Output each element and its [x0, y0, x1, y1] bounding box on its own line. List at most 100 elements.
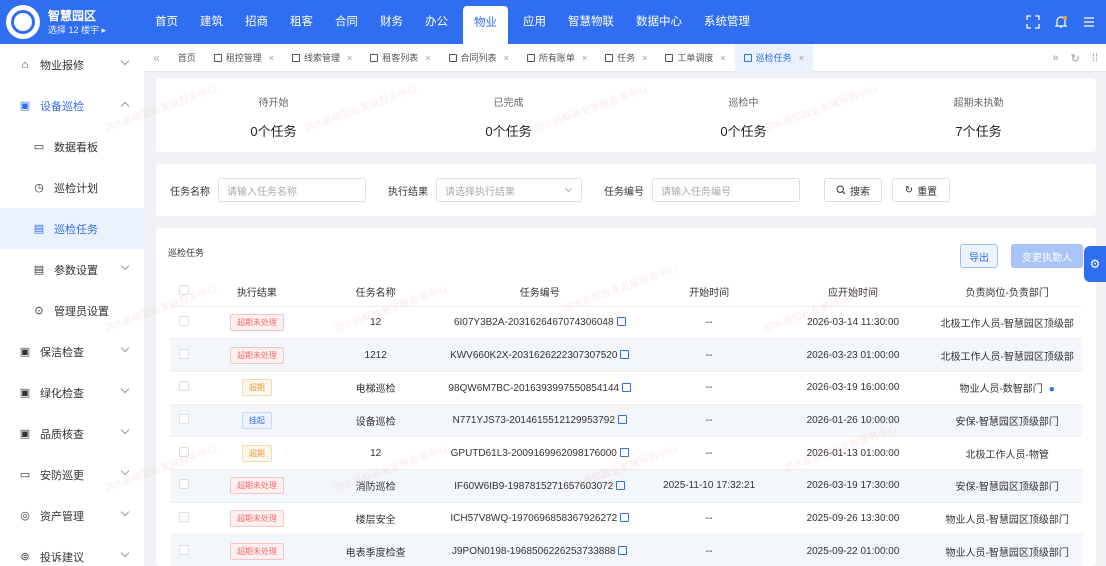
- table-row[interactable]: 超期未处理 消防巡检 IF60W6IB9-1987815271657603072 20…: [170, 469, 1082, 503]
- tab[interactable]: 合同列表 ×: [440, 44, 518, 72]
- copy-icon[interactable]: [616, 480, 626, 490]
- tab[interactable]: 任务 ×: [596, 44, 656, 72]
- app-logo[interactable]: 智慧园区 选择 12 楼宇 ▸: [0, 5, 144, 39]
- status-badge: 超期未处理: [229, 542, 284, 560]
- row-checkbox[interactable]: [178, 315, 189, 326]
- nav-item[interactable]: 物业: [463, 6, 508, 44]
- row-checkbox[interactable]: [178, 446, 189, 457]
- settings-float-button[interactable]: ⚙: [1084, 246, 1106, 282]
- table-row[interactable]: 挂起 设备巡检 N771YJS73-2014615512129953792 -- 202…: [170, 404, 1082, 438]
- copy-icon[interactable]: [618, 546, 628, 556]
- nav-item[interactable]: 系统管理: [693, 0, 761, 44]
- nav-item[interactable]: 建筑: [189, 0, 234, 44]
- task-code-label: 任务编号: [604, 186, 644, 198]
- tab[interactable]: 首页: [169, 44, 205, 72]
- sidebar-item[interactable]: ⊜ 投诉建议: [0, 536, 144, 566]
- export-button[interactable]: 导出: [960, 244, 998, 268]
- sidebar-item[interactable]: ◎ 资产管理: [0, 495, 144, 536]
- sidebar-item[interactable]: ◷ 巡检计划: [0, 167, 144, 208]
- sidebar-item-label: 投诉建议: [40, 551, 84, 564]
- sidebar-item[interactable]: ▣ 品质核查: [0, 413, 144, 454]
- building-selector[interactable]: 选择 12 楼宇 ▸: [48, 24, 106, 36]
- result-label: 执行结果: [388, 186, 428, 198]
- grid-icon[interactable]: ⁞⁞: [1092, 52, 1098, 64]
- close-icon[interactable]: ×: [582, 53, 587, 63]
- nav-item[interactable]: 首页: [144, 0, 189, 44]
- menu-icon[interactable]: [1082, 15, 1096, 29]
- nav-item[interactable]: 数据中心: [625, 0, 693, 44]
- copy-icon[interactable]: [616, 317, 626, 327]
- table-row[interactable]: 超期 电梯巡检 98QW6M7BC-2016393997550854144 -- 202…: [170, 371, 1082, 405]
- sidebar-item[interactable]: ▭ 安防巡更: [0, 454, 144, 495]
- table-row[interactable]: 超期 12 GPUTD61L3-2009169962098176000 -- 2026-…: [170, 436, 1082, 470]
- table-row[interactable]: 超期未处理 楼层安全 ICH57V8WQ-1970696858367926272 --…: [170, 502, 1082, 536]
- sidebar-item[interactable]: ⊙ 管理员设置: [0, 290, 144, 331]
- reset-button[interactable]: ↻ 重置: [892, 178, 950, 202]
- sidebar-item[interactable]: ▣ 绿化检查: [0, 372, 144, 413]
- close-icon[interactable]: ×: [269, 53, 274, 63]
- search-button[interactable]: 搜索: [824, 178, 882, 202]
- row-checkbox[interactable]: [178, 381, 189, 392]
- nav-item[interactable]: 招商: [234, 0, 279, 44]
- tab-icon: [605, 53, 614, 62]
- close-icon[interactable]: ×: [504, 53, 509, 63]
- tab[interactable]: 租控管理 ×: [205, 44, 283, 72]
- dept-cell: 北极工作人员-物管: [932, 436, 1082, 470]
- refresh-icon[interactable]: ↻: [1071, 52, 1080, 65]
- table-row[interactable]: 超期未处理 1212 KWV660K2X-2031626222307307520 --…: [170, 338, 1082, 372]
- table-row[interactable]: 超期未处理 电表季度检查 J9PON0198-1968506226253733888…: [170, 534, 1082, 566]
- tabs-scroll-right[interactable]: »: [1053, 52, 1059, 64]
- tab[interactable]: 巡检任务 ×: [734, 43, 813, 72]
- result-select[interactable]: 请选择执行结果: [436, 178, 582, 202]
- bell-icon[interactable]: [1054, 15, 1068, 29]
- tab-label: 租客列表: [382, 53, 419, 63]
- sidebar-item[interactable]: ▭ 数据看板: [0, 126, 144, 167]
- row-checkbox[interactable]: [178, 544, 189, 555]
- close-icon[interactable]: ×: [799, 53, 804, 63]
- stat-item[interactable]: 已完成 0个任务: [391, 78, 626, 152]
- nav-item[interactable]: 办公: [414, 0, 459, 44]
- nav-item[interactable]: 财务: [369, 0, 414, 44]
- copy-icon[interactable]: [617, 415, 627, 425]
- tab[interactable]: 所有账单 ×: [518, 44, 596, 72]
- nav-item[interactable]: 应用: [512, 0, 557, 44]
- select-all-checkbox[interactable]: [178, 285, 189, 296]
- nav-item[interactable]: 租客: [279, 0, 324, 44]
- tab[interactable]: 线索管理 ×: [283, 44, 361, 72]
- task-code-cell: 98QW6M7BC-2016393997550854144: [435, 371, 645, 405]
- sidebar-item[interactable]: ▤ 巡检任务: [0, 208, 144, 249]
- close-icon[interactable]: ×: [347, 53, 352, 63]
- sidebar-item[interactable]: ▤ 参数设置: [0, 249, 144, 290]
- row-checkbox[interactable]: [178, 479, 189, 490]
- nav-item[interactable]: 智慧物联: [557, 0, 625, 44]
- change-duty-button[interactable]: 变更执勤人: [1011, 244, 1083, 268]
- row-checkbox[interactable]: [178, 413, 189, 424]
- copy-icon[interactable]: [619, 448, 629, 458]
- user-icon[interactable]: ●: [1049, 384, 1055, 395]
- tabs-scroll-left[interactable]: «: [144, 44, 169, 72]
- nav-item[interactable]: 合同: [324, 0, 369, 44]
- stat-item[interactable]: 超期未执勤 7个任务: [861, 78, 1096, 152]
- row-checkbox[interactable]: [178, 511, 189, 522]
- sidebar-item[interactable]: ⌂ 物业报修: [0, 44, 144, 85]
- copy-icon[interactable]: [622, 382, 632, 392]
- close-icon[interactable]: ×: [425, 53, 430, 63]
- stat-item[interactable]: 巡检中 0个任务: [626, 78, 861, 152]
- row-checkbox[interactable]: [178, 348, 189, 359]
- table-row[interactable]: 超期未处理 12 6I07Y3B2A-2031626467074306048 -- 20…: [170, 306, 1082, 340]
- close-icon[interactable]: ×: [720, 53, 725, 63]
- copy-icon[interactable]: [620, 513, 630, 523]
- chevron-icon: [120, 261, 130, 271]
- sidebar-icon: ▣: [19, 428, 31, 440]
- sidebar-item[interactable]: ▣ 保洁检查: [0, 331, 144, 372]
- fullscreen-icon[interactable]: [1026, 15, 1040, 29]
- close-icon[interactable]: ×: [642, 53, 647, 63]
- copy-icon[interactable]: [620, 350, 630, 360]
- sidebar-item-label: 资产管理: [40, 510, 84, 523]
- task-code-input[interactable]: 请输入任务编号: [652, 178, 800, 202]
- task-name-input[interactable]: 请输入任务名称: [218, 178, 366, 202]
- sidebar-item[interactable]: ▣ 设备巡检: [0, 85, 144, 126]
- stat-item[interactable]: 待开始 0个任务: [156, 78, 391, 152]
- tab[interactable]: 工单调度 ×: [656, 44, 734, 72]
- tab[interactable]: 租客列表 ×: [361, 44, 439, 72]
